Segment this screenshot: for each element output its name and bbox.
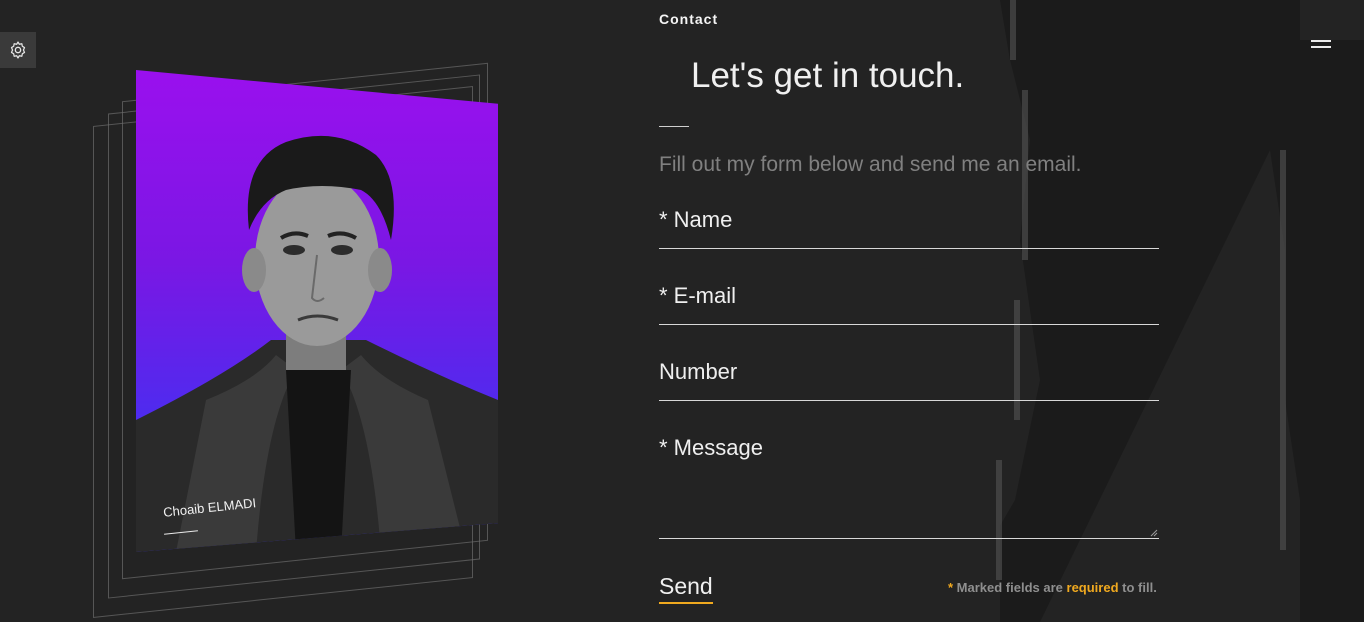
- number-input[interactable]: [659, 352, 1159, 400]
- message-field[interactable]: * Message: [659, 428, 1159, 539]
- email-field[interactable]: * E-mail: [659, 276, 1159, 325]
- profile-photo-frame: Choaib ELMADI: [88, 60, 508, 618]
- send-button[interactable]: Send: [659, 573, 713, 604]
- required-fields-note: * Marked fields are required to fill.: [948, 580, 1157, 595]
- menu-button[interactable]: [1308, 36, 1334, 54]
- gear-icon: [10, 41, 26, 59]
- settings-button[interactable]: [0, 32, 36, 68]
- resize-handle-icon[interactable]: [1150, 529, 1158, 537]
- contact-page: Choaib ELMADI Contact Let's get in touch…: [0, 0, 1364, 622]
- name-input[interactable]: [659, 200, 1159, 248]
- section-label: Contact: [659, 11, 719, 27]
- page-title: Let's get in touch.: [691, 56, 965, 95]
- profile-photo: Choaib ELMADI: [136, 70, 498, 552]
- torn-edge-detail: [1280, 150, 1286, 550]
- page-subtitle: Fill out my form below and send me an em…: [659, 153, 1082, 176]
- required-word: required: [1066, 580, 1119, 595]
- name-field[interactable]: * Name: [659, 200, 1159, 249]
- email-input[interactable]: [659, 276, 1159, 324]
- portrait-image: [136, 135, 498, 552]
- heading-divider: [659, 126, 689, 127]
- note-text-2: to fill.: [1118, 580, 1157, 595]
- number-field[interactable]: Number: [659, 352, 1159, 401]
- hamburger-menu-icon: [1311, 46, 1331, 48]
- torn-edge-detail: [1010, 0, 1016, 60]
- message-textarea[interactable]: [659, 428, 1159, 538]
- note-text-1: Marked fields are: [953, 580, 1067, 595]
- hamburger-menu-icon: [1311, 40, 1331, 42]
